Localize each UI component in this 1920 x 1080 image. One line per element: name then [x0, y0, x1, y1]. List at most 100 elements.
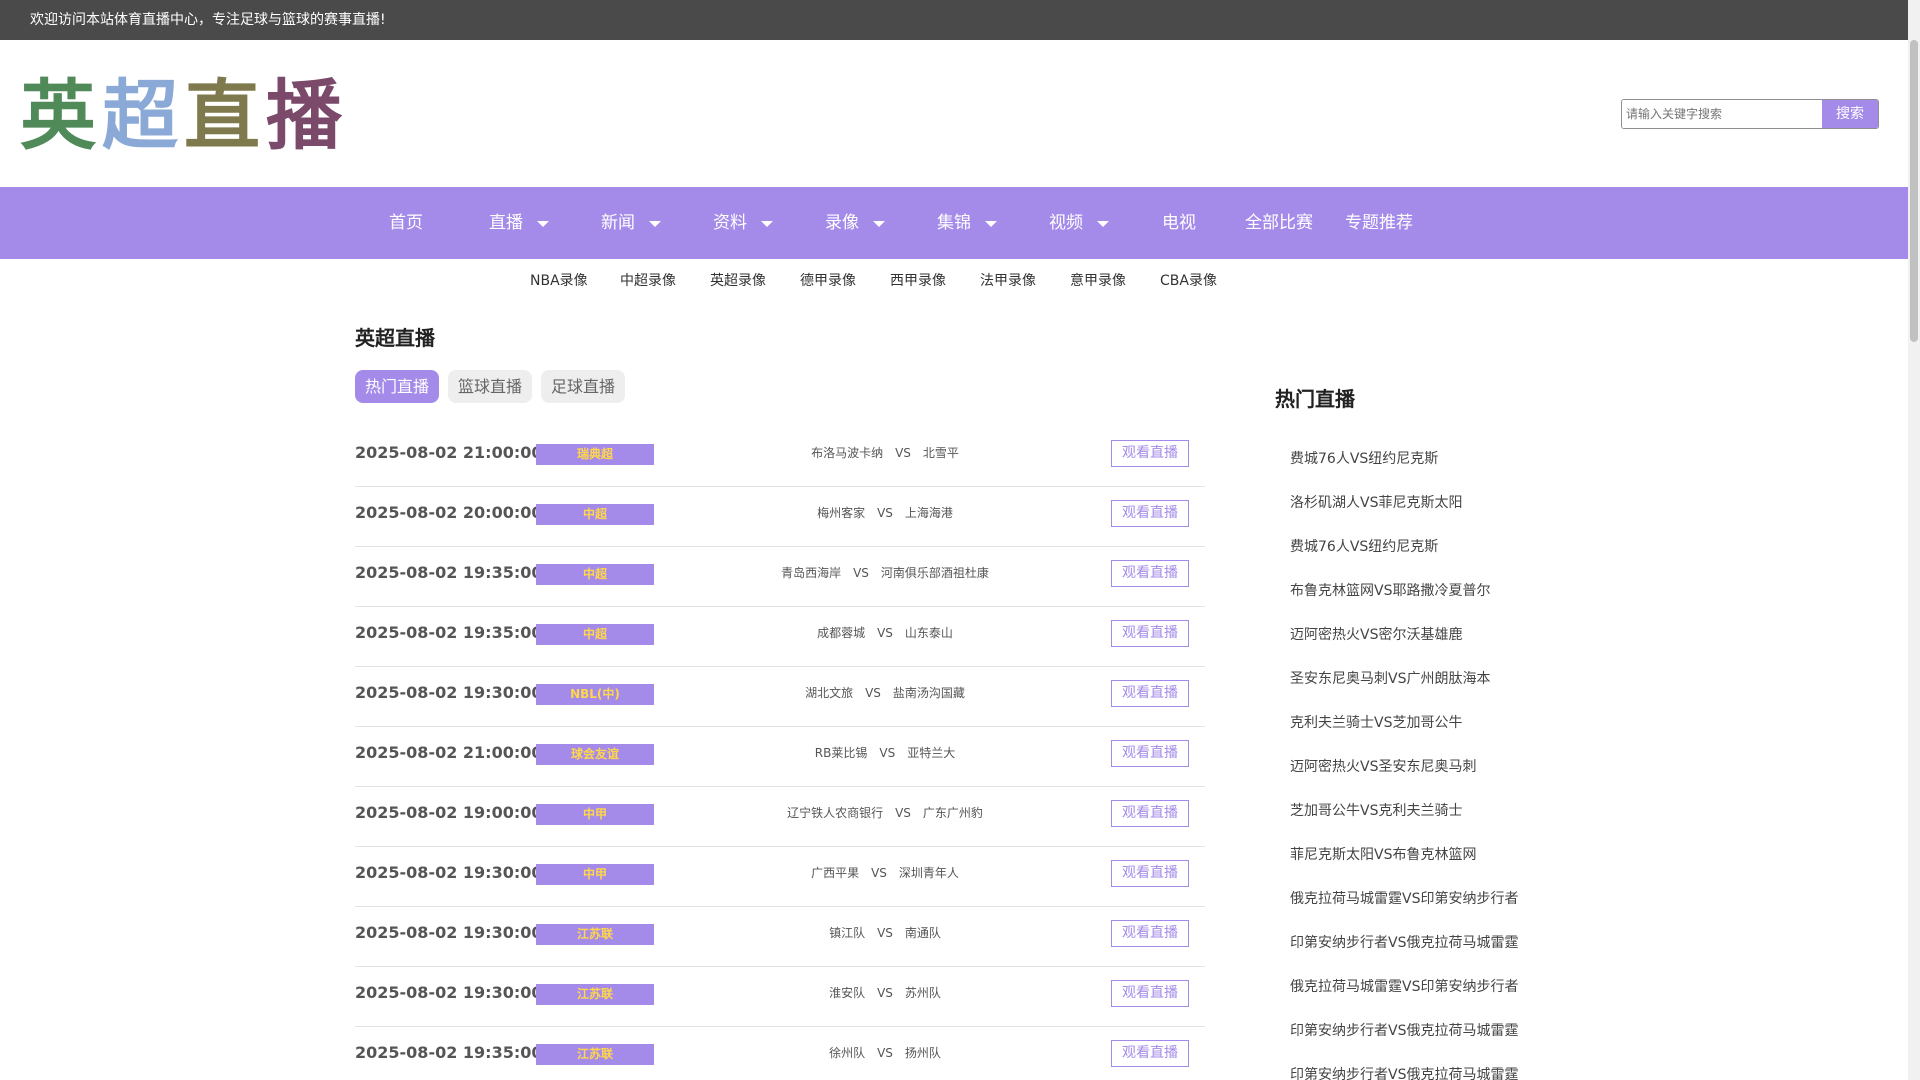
league-badge[interactable]: 中甲 [536, 864, 654, 885]
scrollbar-thumb[interactable] [1910, 40, 1918, 342]
match-teams[interactable]: 淮安队 VS 苏州队 [685, 967, 1085, 1019]
league-badge[interactable]: 球会友谊 [536, 744, 654, 765]
logo-char: 超 [102, 71, 184, 160]
nav-item-3[interactable]: 新闻 [601, 187, 661, 259]
watch-live-button[interactable]: 观看直播 [1111, 860, 1189, 887]
site-logo[interactable]: 英超直播 [20, 78, 348, 154]
subnav-link[interactable]: CBA录像 [1160, 270, 1217, 290]
subnav-link[interactable]: 中超录像 [620, 270, 676, 290]
away-team: 亚特兰大 [907, 746, 956, 760]
home-team: 梅州客家 [817, 506, 866, 520]
watch-live-button[interactable]: 观看直播 [1111, 800, 1189, 827]
subnav-link[interactable]: 意甲录像 [1070, 270, 1126, 290]
sidebar-link[interactable]: 迈阿密热火VS圣安东尼奥马刺 [1290, 754, 1590, 798]
league-badge[interactable]: 江苏联 [536, 924, 654, 945]
sidebar-link[interactable]: 芝加哥公牛VS克利夫兰骑士 [1290, 798, 1590, 842]
watch-live-button[interactable]: 观看直播 [1111, 740, 1189, 767]
match-teams[interactable]: 梅州客家 VS 上海海港 [685, 487, 1085, 539]
away-team: 苏州队 [904, 986, 941, 1000]
league-badge[interactable]: 江苏联 [536, 1044, 654, 1065]
nav-item-2[interactable]: 直播 [489, 187, 549, 259]
nav-item-7[interactable]: 视频 [1049, 187, 1109, 259]
subnav-link[interactable]: NBA录像 [530, 270, 588, 290]
watch-live-button[interactable]: 观看直播 [1111, 1040, 1189, 1067]
match-time: 2025-08-02 21:00:00 [355, 443, 543, 462]
sidebar-link[interactable]: 克利夫兰骑士VS芝加哥公牛 [1290, 710, 1590, 754]
watch-live-button[interactable]: 观看直播 [1111, 440, 1189, 467]
league-badge[interactable]: 中超 [536, 564, 654, 585]
league-badge[interactable]: 中超 [536, 504, 654, 525]
league-badge[interactable]: 江苏联 [536, 984, 654, 1005]
subnav-link[interactable]: 英超录像 [710, 270, 766, 290]
match-list: 2025-08-02 21:00:00 瑞典超 布洛马波卡纳 VS 北雪平 观看直播 202… [355, 427, 1205, 1080]
nav-item-1[interactable]: 首页 [389, 187, 423, 259]
tab-3[interactable]: 足球直播 [541, 370, 626, 403]
sidebar-link[interactable]: 圣安东尼奥马刺VS广州朗肽海本 [1290, 666, 1590, 710]
sidebar-link[interactable]: 费城76人VS纽约尼克斯 [1290, 446, 1590, 490]
sidebar-link[interactable]: 印第安纳步行者VS俄克拉荷马城雷霆 [1290, 930, 1590, 974]
subnav-link[interactable]: 西甲录像 [890, 270, 946, 290]
away-team: 北雪平 [922, 446, 959, 460]
home-team: 布洛马波卡纳 [811, 446, 884, 460]
top-welcome-bar: 欢迎访问本站体育直播中心，专注足球与篮球的赛事直播! [0, 0, 1908, 40]
away-team: 盐南汤沟国藏 [892, 686, 965, 700]
match-time: 2025-08-02 19:30:00 [355, 683, 543, 702]
nav-item-4[interactable]: 资料 [713, 187, 773, 259]
nav-item-10[interactable]: 专题推荐 [1345, 187, 1413, 259]
match-row: 2025-08-02 21:00:00 瑞典超 布洛马波卡纳 VS 北雪平 观看直播 [355, 427, 1205, 487]
nav-item-9[interactable]: 全部比赛 [1245, 187, 1313, 259]
vs-label: VS [877, 986, 893, 1000]
watch-live-button[interactable]: 观看直播 [1111, 500, 1189, 527]
nav-item-8[interactable]: 电视 [1162, 187, 1196, 259]
sidebar-link[interactable]: 俄克拉荷马城雷霆VS印第安纳步行者 [1290, 886, 1590, 930]
page-scrollbar[interactable] [1908, 0, 1920, 1080]
league-badge[interactable]: NBL(中) [536, 684, 654, 705]
match-teams[interactable]: 辽宁铁人农商银行 VS 广东广州豹 [685, 787, 1085, 839]
league-badge[interactable]: 中超 [536, 624, 654, 645]
sidebar-list: 费城76人VS纽约尼克斯 洛杉矶湖人VS菲尼克斯太阳 费城76人VS纽约尼克斯 布鲁克… [1290, 446, 1590, 1080]
sidebar-link[interactable]: 俄克拉荷马城雷霆VS印第安纳步行者 [1290, 974, 1590, 1018]
home-team: 辽宁铁人农商银行 [787, 806, 884, 820]
match-teams[interactable]: RB莱比锡 VS 亚特兰大 [685, 727, 1085, 779]
league-badge[interactable]: 瑞典超 [536, 444, 654, 465]
sidebar-link[interactable]: 印第安纳步行者VS俄克拉荷马城雷霆 [1290, 1018, 1590, 1062]
nav-item-6[interactable]: 集锦 [937, 187, 997, 259]
logo-char: 直 [184, 71, 266, 160]
watch-live-button[interactable]: 观看直播 [1111, 620, 1189, 647]
match-teams[interactable]: 青岛西海岸 VS 河南俱乐部酒祖杜康 [685, 547, 1085, 599]
subnav-link[interactable]: 法甲录像 [980, 270, 1036, 290]
sidebar-link[interactable]: 迈阿密热火VS密尔沃基雄鹿 [1290, 622, 1590, 666]
away-team: 上海海港 [904, 506, 953, 520]
search-button[interactable]: 搜索 [1822, 100, 1878, 128]
league-badge[interactable]: 中甲 [536, 804, 654, 825]
match-time: 2025-08-02 21:00:00 [355, 743, 543, 762]
subnav-link[interactable]: 德甲录像 [800, 270, 856, 290]
sidebar-link[interactable]: 菲尼克斯太阳VS布鲁克林篮网 [1290, 842, 1590, 886]
vs-label: VS [877, 1046, 893, 1060]
watch-live-button[interactable]: 观看直播 [1111, 560, 1189, 587]
match-teams[interactable]: 广西平果 VS 深圳青年人 [685, 847, 1085, 899]
match-row: 2025-08-02 19:35:00 中超 成都蓉城 VS 山东泰山 观看直播 [355, 607, 1205, 667]
nav-item-5[interactable]: 录像 [825, 187, 885, 259]
match-teams[interactable]: 镇江队 VS 南通队 [685, 907, 1085, 959]
match-teams[interactable]: 徐州队 VS 扬州队 [685, 1027, 1085, 1079]
match-teams[interactable]: 湖北文旅 VS 盐南汤沟国藏 [685, 667, 1085, 719]
nav-item-label: 视频 [1049, 213, 1083, 233]
sidebar-link[interactable]: 印第安纳步行者VS俄克拉荷马城雷霆 [1290, 1062, 1590, 1080]
sidebar-link[interactable]: 费城76人VS纽约尼克斯 [1290, 534, 1590, 578]
match-teams[interactable]: 布洛马波卡纳 VS 北雪平 [685, 427, 1085, 479]
search-input[interactable] [1622, 100, 1822, 128]
watch-live-button[interactable]: 观看直播 [1111, 680, 1189, 707]
match-row: 2025-08-02 19:35:00 中超 青岛西海岸 VS 河南俱乐部酒祖杜康 观看直… [355, 547, 1205, 607]
home-team: 镇江队 [829, 926, 866, 940]
watch-live-button[interactable]: 观看直播 [1111, 920, 1189, 947]
sidebar-link[interactable]: 洛杉矶湖人VS菲尼克斯太阳 [1290, 490, 1590, 534]
match-time: 2025-08-02 20:00:00 [355, 503, 543, 522]
sidebar-link[interactable]: 布鲁克林篮网VS耶路撒冷夏普尔 [1290, 578, 1590, 622]
watch-live-button[interactable]: 观看直播 [1111, 980, 1189, 1007]
match-teams[interactable]: 成都蓉城 VS 山东泰山 [685, 607, 1085, 659]
tab-2[interactable]: 篮球直播 [448, 370, 533, 403]
nav-item-label: 新闻 [601, 213, 635, 233]
tab-1[interactable]: 热门直播 [355, 370, 440, 403]
nav-item-label: 集锦 [937, 213, 971, 233]
